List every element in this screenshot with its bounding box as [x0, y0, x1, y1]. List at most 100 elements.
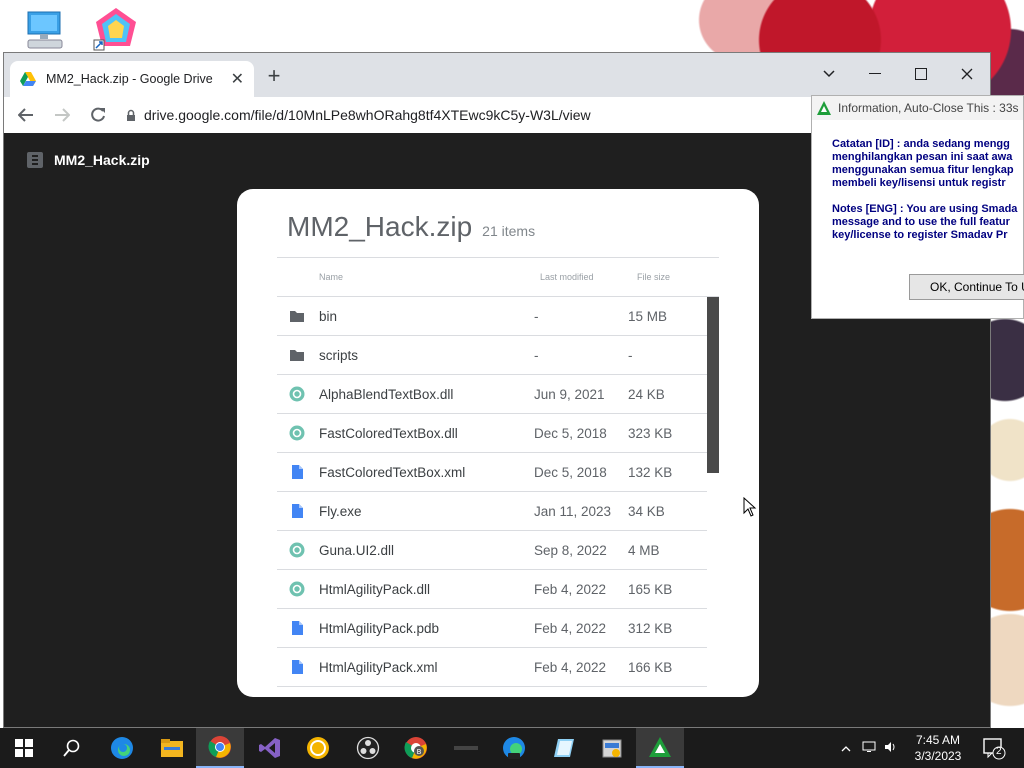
- minimize-button[interactable]: [852, 59, 898, 89]
- file-row[interactable]: HtmlAgilityPack.dll Feb 4, 2022 165 KB: [277, 570, 707, 609]
- smadav-line-id-3: menggunakan semua fitur lengkap: [832, 164, 1014, 176]
- start-windows-icon[interactable]: [0, 728, 48, 768]
- file-row[interactable]: FastColoredTextBox.dll Dec 5, 2018 323 KB: [277, 414, 707, 453]
- file-name: Guna.UI2.dll: [319, 543, 395, 558]
- chrome-taskbar-icon[interactable]: [196, 728, 244, 768]
- clock-time: 7:45 AM: [915, 733, 961, 747]
- folder-icon: [289, 347, 305, 363]
- forward-arrow-icon[interactable]: [48, 101, 76, 129]
- smadav-info-popup: Information, Auto-Close This : 33s Catat…: [811, 95, 1024, 319]
- volume-icon[interactable]: [880, 741, 902, 756]
- chrome-beta-icon[interactable]: B: [392, 728, 440, 768]
- maximize-button[interactable]: [898, 59, 944, 89]
- file-name: AlphaBlendTextBox.dll: [319, 387, 454, 402]
- search-icon[interactable]: [48, 728, 96, 768]
- file-name: HtmlAgilityPack.xml: [319, 660, 438, 675]
- list-scrollbar[interactable]: [707, 297, 719, 473]
- file-modified: Jun 9, 2021: [534, 387, 605, 402]
- archive-file-icon: [27, 152, 43, 168]
- notepad-app-icon[interactable]: [540, 728, 588, 768]
- file-modified: Jan 11, 2023: [534, 504, 612, 519]
- file-icon: [289, 620, 305, 636]
- file-modified: Dec 5, 2018: [534, 465, 607, 480]
- chevron-up-icon[interactable]: [838, 741, 854, 755]
- smadav-line-id-4: membeli key/lisensi untuk registr: [832, 177, 1006, 189]
- installer-app-icon[interactable]: [588, 728, 636, 768]
- file-row[interactable]: Fly.exe Jan 11, 2023 34 KB: [277, 492, 707, 531]
- edge-beta-icon[interactable]: [490, 728, 538, 768]
- file-name: FastColoredTextBox.xml: [319, 465, 466, 480]
- close-window-button[interactable]: [944, 59, 990, 89]
- file-row[interactable]: HtmlAgilityPack.pdb Feb 4, 2022 312 KB: [277, 609, 707, 648]
- file-modified: -: [534, 309, 539, 324]
- dll-icon: [289, 425, 305, 441]
- smadav-line-id-1: Catatan [ID] : anda sedang mengg: [832, 138, 1010, 150]
- yellow-app-icon[interactable]: [294, 728, 342, 768]
- reload-icon[interactable]: [84, 101, 112, 129]
- folder-icon: [289, 308, 305, 324]
- item-count: 21 items: [482, 223, 536, 239]
- column-last-modified: Last modified: [540, 272, 594, 282]
- back-arrow-icon[interactable]: [12, 101, 40, 129]
- file-name: HtmlAgilityPack.dll: [319, 582, 431, 597]
- notification-count: 2: [996, 746, 1002, 757]
- file-size: 15 MB: [628, 309, 668, 324]
- lock-icon[interactable]: [126, 109, 136, 122]
- tab-close-icon[interactable]: ✕: [231, 69, 244, 89]
- smadav-ok-continue-button[interactable]: OK, Continue To Us: [909, 274, 1024, 300]
- file-modified: -: [534, 348, 539, 363]
- file-row[interactable]: FastColoredTextBox.xml Dec 5, 2018 132 KB: [277, 453, 707, 492]
- file-row[interactable]: HtmlAgilityPack.xml Feb 4, 2022 166 KB: [277, 648, 707, 687]
- file-row[interactable]: bin - 15 MB: [277, 297, 707, 336]
- file-row[interactable]: scripts - -: [277, 336, 707, 375]
- card-header: MM2_Hack.zip 21 items: [287, 211, 535, 243]
- dll-icon: [289, 581, 305, 597]
- tab-search-chevron-down-icon[interactable]: [806, 59, 852, 89]
- file-icon: [289, 503, 305, 519]
- app-shortcut-icon[interactable]: [92, 6, 142, 52]
- edge-browser-icon[interactable]: [98, 728, 146, 768]
- smadav-title: Information, Auto-Close This : 33s: [838, 101, 1019, 115]
- file-name: scripts: [319, 348, 359, 363]
- new-tab-button[interactable]: +: [262, 65, 286, 89]
- file-modified: Feb 4, 2022: [534, 582, 607, 597]
- file-icon: [289, 659, 305, 675]
- smadav-line-en-2: message and to use the full featur: [832, 216, 1010, 228]
- this-pc-desktop-icon[interactable]: [22, 8, 72, 54]
- column-name: Name: [319, 272, 344, 282]
- column-file-size: File size: [637, 272, 671, 282]
- taskbar-clock[interactable]: 7:45 AM 3/3/2023: [906, 732, 970, 764]
- file-size: 323 KB: [628, 426, 673, 441]
- file-row[interactable]: Guna.UI2.dll Sep 8, 2022 4 MB: [277, 531, 707, 570]
- chaos-app-icon[interactable]: [442, 728, 490, 768]
- obs-studio-icon[interactable]: [344, 728, 392, 768]
- dll-icon: [289, 542, 305, 558]
- smadav-message: Catatan [ID] : anda sedang mengg menghil…: [812, 120, 1023, 242]
- clock-date: 3/3/2023: [914, 749, 962, 763]
- file-name: bin: [319, 309, 338, 324]
- smadav-logo-icon: [817, 101, 831, 115]
- zip-contents-card: MM2_Hack.zip 21 items Name Last modified…: [237, 189, 759, 697]
- network-icon[interactable]: [858, 741, 880, 756]
- file-explorer-icon[interactable]: [148, 728, 196, 768]
- smadav-line-en-1: Notes [ENG] : You are using Smada: [832, 203, 1018, 215]
- file-modified: Sep 8, 2022: [534, 543, 607, 558]
- file-modified: Feb 4, 2022: [534, 621, 607, 636]
- visual-studio-icon[interactable]: [246, 728, 294, 768]
- file-name: Fly.exe: [319, 504, 362, 519]
- column-header: Name Last modified File size: [277, 257, 719, 297]
- tab-google-drive[interactable]: MM2_Hack.zip - Google Drive ✕: [10, 61, 254, 97]
- smadav-line-id-2: menghilangkan pesan ini saat awa: [832, 151, 1013, 163]
- url-text: drive.google.com/file/d/10MnLPe8whORahg8…: [144, 107, 591, 123]
- tab-strip: MM2_Hack.zip - Google Drive ✕ +: [4, 53, 990, 97]
- file-size: 165 KB: [628, 582, 673, 597]
- file-row[interactable]: AlphaBlendTextBox.dll Jun 9, 2021 24 KB: [277, 375, 707, 414]
- file-size: -: [628, 348, 633, 363]
- google-drive-icon: [20, 72, 36, 86]
- file-size: 34 KB: [628, 504, 665, 519]
- smadav-taskbar-icon[interactable]: [636, 728, 684, 768]
- notification-center-icon[interactable]: 2: [982, 736, 1006, 760]
- file-name: FastColoredTextBox.dll: [319, 426, 458, 441]
- windows-taskbar: B 7:45 AM 3/3/2023 2: [0, 728, 1024, 768]
- smadav-line-en-3: key/license to register Smadav Pr: [832, 229, 1008, 241]
